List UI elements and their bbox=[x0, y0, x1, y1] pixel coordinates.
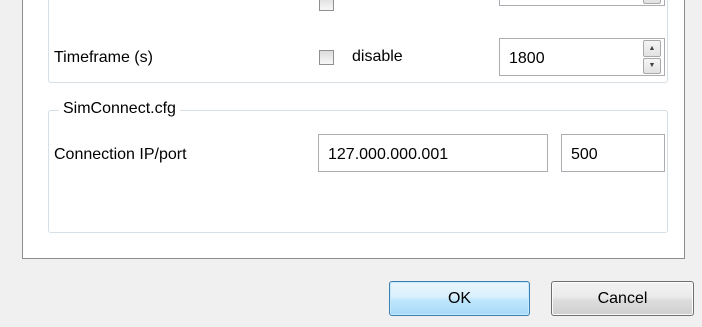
cancel-button[interactable]: Cancel bbox=[551, 281, 694, 316]
upper-spinner[interactable]: ▼ bbox=[643, 0, 661, 4]
settings-group-upper: ▼ Timeframe (s) disable 1800 ▲ ▼ bbox=[48, 0, 668, 83]
ok-button[interactable]: OK bbox=[389, 281, 530, 316]
simconnect-group-title: SimConnect.cfg bbox=[59, 100, 180, 118]
upper-disable-checkbox[interactable] bbox=[319, 0, 334, 11]
timeframe-disable-label[interactable]: disable bbox=[352, 48, 403, 66]
spin-up-arrow-icon[interactable]: ▲ bbox=[643, 40, 661, 57]
timeframe-value: 1800 bbox=[509, 50, 545, 67]
ip-address-input[interactable]: 127.000.000.001 bbox=[318, 134, 548, 172]
ok-button-label: OK bbox=[447, 289, 472, 307]
settings-panel: ▼ Timeframe (s) disable 1800 ▲ ▼ SimConn… bbox=[22, 0, 685, 259]
simconnect-group: SimConnect.cfg Connection IP/port 127.00… bbox=[48, 100, 668, 233]
spin-down-arrow-icon[interactable]: ▼ bbox=[643, 57, 661, 74]
port-input[interactable]: 500 bbox=[561, 134, 665, 172]
connection-ip-port-label: Connection IP/port bbox=[54, 146, 187, 163]
timeframe-disable-checkbox[interactable] bbox=[319, 50, 334, 65]
spin-down-arrow-icon[interactable]: ▼ bbox=[643, 0, 661, 4]
cancel-button-label: Cancel bbox=[597, 289, 648, 307]
ip-address-value: 127.000.000.001 bbox=[328, 146, 449, 163]
timeframe-spinner[interactable]: ▲ ▼ bbox=[643, 40, 661, 74]
timeframe-label: Timeframe (s) bbox=[54, 49, 153, 66]
port-value: 500 bbox=[571, 146, 598, 163]
timeframe-input[interactable]: 1800 bbox=[499, 38, 665, 76]
upper-value-field[interactable] bbox=[499, 0, 665, 6]
